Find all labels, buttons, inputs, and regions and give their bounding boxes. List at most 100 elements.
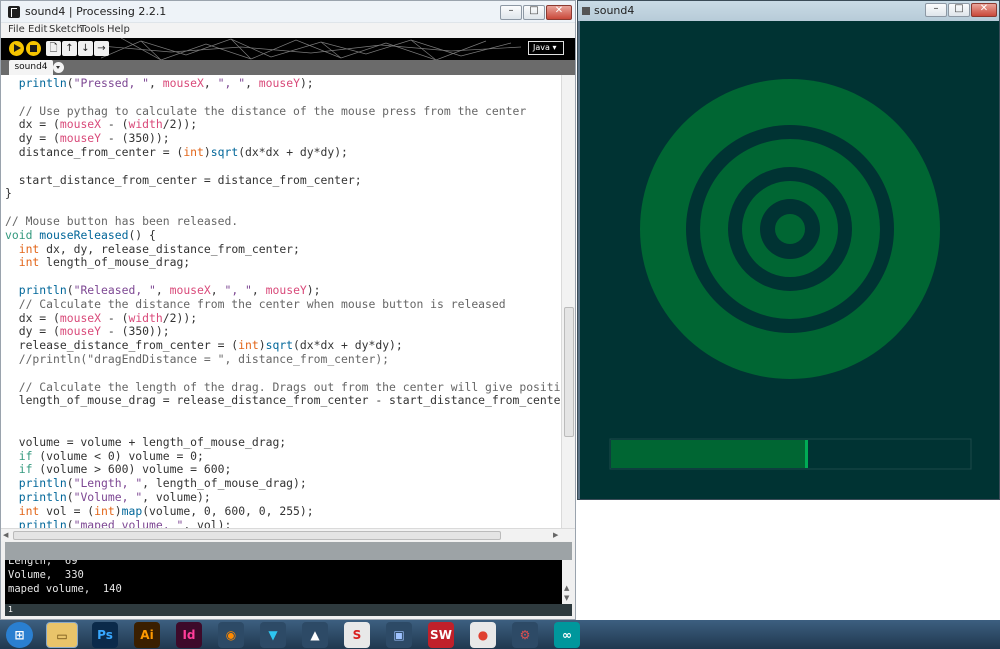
photoshop-icon[interactable]: Ps [92, 622, 118, 648]
code-token: mouseX [162, 76, 204, 90]
sketchup-icon[interactable]: S [344, 622, 370, 648]
explorer-icon-glyph: ▭ [56, 629, 68, 643]
open-button[interactable]: ↑ [62, 41, 77, 56]
menu-edit[interactable]: Edit [28, 24, 47, 35]
code-token: } [5, 186, 12, 201]
solidworks-icon-glyph: SW [430, 628, 452, 642]
code-token: dy = ( [5, 324, 60, 339]
sketch-maximize-button[interactable]: □ [948, 3, 970, 17]
illustrator-icon-glyph: Ai [140, 628, 154, 642]
code-token: int [94, 503, 115, 518]
tool-icon[interactable]: ⚙ [512, 622, 538, 648]
chrome-icon[interactable]: ● [470, 622, 496, 648]
code-token: () { [128, 227, 156, 242]
console-scrollbar[interactable]: ▲ ▼ [562, 560, 572, 604]
code-token: dx, dy, release_distance_from_center; [39, 241, 300, 256]
console-line: Length, 69 [8, 560, 78, 567]
toolbar: 🗋 ↑ ↓ → Java ▾ [1, 38, 575, 60]
code-token: println [18, 517, 67, 528]
ide-maximize-button[interactable]: □ [523, 5, 545, 20]
arduino-icon[interactable]: ∞ [554, 622, 580, 648]
save-button[interactable]: ↓ [78, 41, 93, 56]
tab-sound4[interactable]: sound4 [9, 60, 53, 75]
menu-help[interactable]: Help [107, 24, 130, 35]
inkscape-icon[interactable]: ▲ [302, 622, 328, 648]
code-line: dx = (mouseX - (width/2)); [5, 310, 561, 326]
code-token: , length_of_mouse_drag); [142, 476, 307, 491]
run-button[interactable] [9, 41, 24, 56]
code-line: } [5, 186, 561, 201]
code-editor[interactable]: println("Pressed, ", mouseX, ", ", mouse… [1, 75, 561, 528]
sketch-close-button[interactable]: ✕ [971, 3, 997, 17]
code-line: release_distance_from_center = (int)sqrt… [5, 338, 561, 353]
scroll-right-arrow-icon[interactable]: ▶ [553, 531, 558, 539]
code-token: mouseX [59, 117, 102, 132]
code-line: // Calculate the length of the drag. Dra… [5, 380, 561, 395]
editor-vertical-scrollbar[interactable] [561, 75, 575, 528]
tab-menu-button[interactable] [53, 62, 64, 73]
code-token: start_distance_from_center = distance_fr… [5, 172, 362, 187]
code-token: "Length, " [73, 476, 143, 491]
stop-button[interactable] [26, 41, 41, 56]
start-button[interactable]: ⊞ [6, 622, 33, 648]
console-scroll-down-arrow-icon[interactable]: ▼ [564, 594, 569, 602]
ide-close-button[interactable]: ✕ [546, 5, 572, 20]
console-text: Length, 69 Volume, 330 maped volume, 140 [8, 560, 122, 596]
code-line: int vol = (int)map(volume, 0, 600, 0, 25… [5, 503, 561, 519]
code-token: ", " [224, 282, 252, 297]
code-line: dy = (mouseY - (350)); [5, 131, 561, 146]
sketch-titlebar[interactable]: sound4 – □ ✕ [578, 1, 999, 21]
menu-file[interactable]: File [8, 24, 25, 35]
code-token: if [18, 462, 33, 477]
code-token: volume = volume + length_of_mouse_drag; [5, 434, 287, 449]
menu-sketch[interactable]: Sketch [49, 24, 83, 35]
sketch-canvas[interactable] [580, 21, 999, 499]
horizontal-scroll-thumb[interactable] [13, 531, 501, 540]
code-line: volume = volume + length_of_mouse_drag; [5, 434, 561, 450]
code-line: println("Released, ", mouseX, ", ", mous… [5, 282, 561, 298]
virtualbox-icon[interactable]: ▣ [386, 622, 412, 648]
code-token: sqrt [210, 144, 239, 159]
code-token: // Calculate the distance from the cente… [5, 296, 506, 311]
blender-icon-glyph: ◉ [225, 628, 237, 642]
menu-tools[interactable]: Tools [80, 24, 105, 35]
console-scroll-up-arrow-icon[interactable]: ▲ [564, 584, 569, 592]
volume-bar-marker [805, 440, 808, 468]
code-token: mouseX [59, 310, 102, 325]
explorer-icon[interactable]: ▭ [46, 622, 78, 648]
code-line: distance_from_center = (int)sqrt(dx*dx +… [5, 144, 561, 160]
blender-icon[interactable]: ◉ [218, 622, 244, 648]
illustrator-icon[interactable]: Ai [134, 622, 160, 648]
sketch-minimize-button[interactable]: – [925, 3, 947, 17]
ide-minimize-button[interactable]: – [500, 5, 522, 20]
code-token: void [5, 227, 33, 242]
virtualbox-icon-glyph: ▣ [393, 628, 405, 642]
code-line: // Calculate the distance from the cente… [5, 296, 561, 312]
new-button[interactable]: 🗋 [46, 41, 61, 56]
code-token: , [210, 282, 225, 297]
console-output[interactable]: Length, 69 Volume, 330 maped volume, 140 ▲… [5, 560, 572, 604]
code-token: int [238, 338, 259, 353]
volume-bar-fill [611, 440, 808, 468]
solidworks-icon[interactable]: SW [428, 622, 454, 648]
code-token: , [245, 76, 259, 90]
code-token: length_of_mouse_drag = release_distance_… [5, 393, 561, 408]
photoshop-icon-glyph: Ps [97, 628, 113, 642]
chrome-icon-glyph: ● [477, 628, 489, 642]
ide-titlebar[interactable]: sound4 | Processing 2.2.1 – □ ✕ [1, 1, 575, 23]
code-token: "Volume, " [73, 489, 143, 504]
scroll-left-arrow-icon[interactable]: ◀ [3, 531, 8, 539]
indesign-icon[interactable]: Id [176, 622, 202, 648]
app-triangle-icon[interactable]: ▼ [260, 622, 286, 648]
code-token: int [18, 503, 40, 518]
code-token: if [18, 448, 33, 463]
export-button[interactable]: → [94, 41, 109, 56]
vertical-scroll-thumb[interactable] [564, 307, 574, 437]
code-token: ( [66, 76, 74, 90]
editor-horizontal-scrollbar[interactable]: ◀ ▶ [1, 528, 575, 541]
mode-select[interactable]: Java ▾ [528, 41, 564, 55]
tab-bar: sound4 [1, 60, 575, 75]
